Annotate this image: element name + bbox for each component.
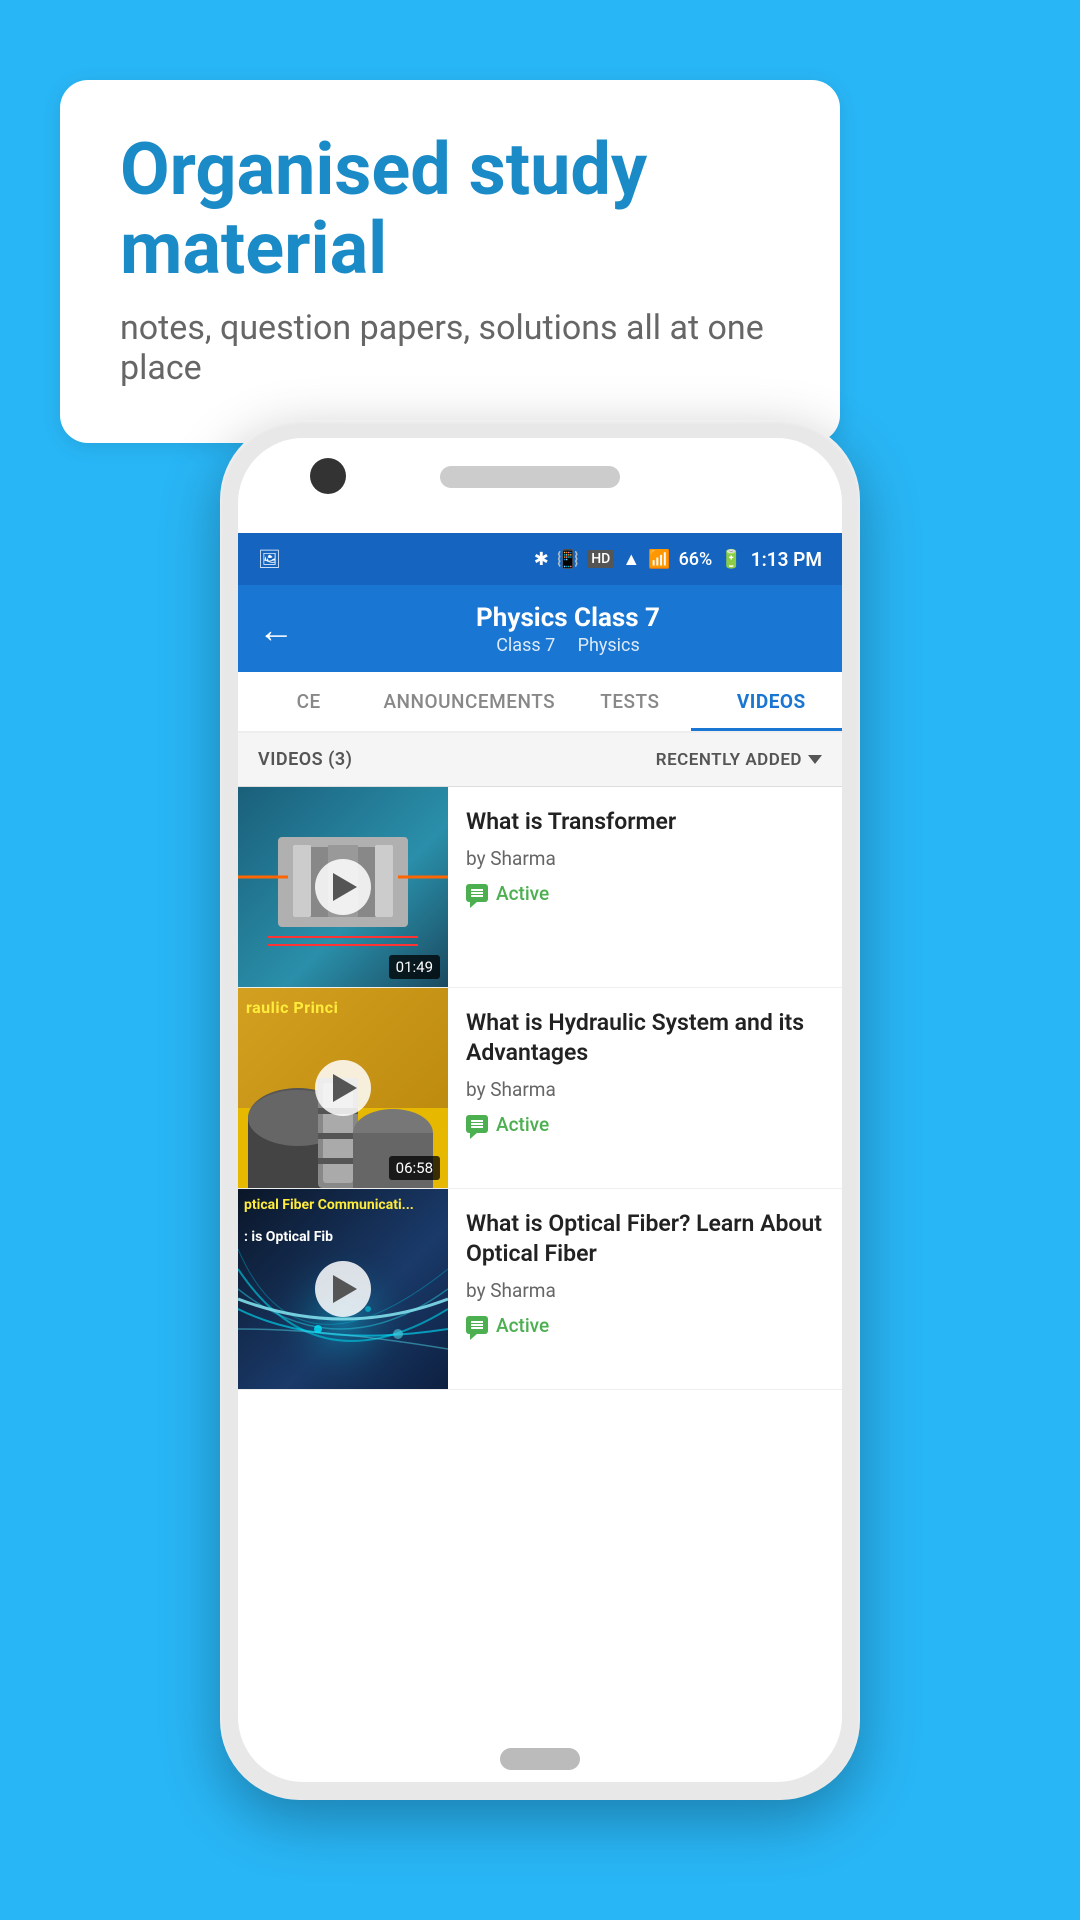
page-subtitle: Class 7 Physics: [314, 635, 822, 656]
tab-active-indicator: [691, 728, 842, 731]
video-info-1: What is Transformer by Sharma Active: [448, 787, 842, 987]
phone-outer-shell: 🖼 ✱ 📳 HD ▲ 📶 66% 🔋 1:13 PM ←: [220, 420, 860, 1800]
videos-count: VIDEOS (3): [258, 749, 352, 770]
time-display: 1:13 PM: [751, 548, 822, 571]
chat-icon-lines-2: [471, 1123, 483, 1125]
video-title-3: What is Optical Fiber? Learn About Optic…: [466, 1209, 824, 1269]
phone-screen-container: 🖼 ✱ 📳 HD ▲ 📶 66% 🔋 1:13 PM ←: [238, 438, 842, 1782]
back-button[interactable]: ←: [258, 609, 294, 651]
tab-ce[interactable]: CE: [238, 672, 379, 731]
chevron-down-icon: [808, 755, 822, 764]
bubble-subtitle: notes, question papers, solutions all at…: [120, 308, 780, 388]
video-info-2: What is Hydraulic System and its Advanta…: [448, 988, 842, 1188]
video-info-3: What is Optical Fiber? Learn About Optic…: [448, 1189, 842, 1389]
tab-bar: CE ANNOUNCEMENTS TESTS VIDEOS: [238, 672, 842, 733]
subject-label: Physics: [578, 635, 640, 656]
chat-icon-lines-1: [471, 892, 483, 894]
video-author-1: by Sharma: [466, 847, 824, 870]
optical-thumb-label1: ptical Fiber Communicati...: [244, 1197, 414, 1213]
wifi-icon: ▲: [622, 549, 640, 570]
video-title-1: What is Transformer: [466, 807, 824, 837]
battery-icon: 🔋: [720, 549, 742, 570]
play-icon-1: [333, 873, 357, 901]
phone-speaker: [440, 466, 620, 488]
status-left-icons: 🖼: [258, 549, 281, 570]
tab-videos[interactable]: VIDEOS: [701, 672, 842, 731]
play-icon-2: [333, 1074, 357, 1102]
tab-tests[interactable]: TESTS: [559, 672, 700, 731]
speech-bubble: Organised study material notes, question…: [60, 80, 840, 443]
sort-label: RECENTLY ADDED: [656, 750, 802, 770]
status-bar: 🖼 ✱ 📳 HD ▲ 📶 66% 🔋 1:13 PM: [238, 533, 842, 585]
filter-bar: VIDEOS (3) RECENTLY ADDED: [238, 733, 842, 787]
video-thumbnail-2: raulic Princi: [238, 988, 448, 1188]
play-icon-3: [333, 1275, 357, 1303]
chat-icon-2: [466, 1115, 488, 1133]
video-duration-2: 06:58: [389, 1156, 440, 1180]
video-thumbnail-1: 01:49: [238, 787, 448, 987]
video-status-1: Active: [466, 882, 824, 905]
page-title: Physics Class 7: [314, 603, 822, 633]
screen-content: 🖼 ✱ 📳 HD ▲ 📶 66% 🔋 1:13 PM ←: [238, 533, 842, 1722]
video-status-2: Active: [466, 1113, 824, 1136]
class-label: Class 7: [496, 635, 555, 656]
battery-percent: 66%: [679, 549, 713, 570]
chat-icon-1: [466, 884, 488, 902]
play-button-2[interactable]: [315, 1060, 371, 1116]
play-button-3[interactable]: [315, 1261, 371, 1317]
phone-mockup: 🖼 ✱ 📳 HD ▲ 📶 66% 🔋 1:13 PM ←: [220, 420, 860, 1800]
status-right-info: ✱ 📳 HD ▲ 📶 66% 🔋 1:13 PM: [534, 548, 822, 571]
bluetooth-icon: ✱: [534, 549, 549, 570]
signal-icon: 📶: [648, 549, 670, 570]
video-author-3: by Sharma: [466, 1279, 824, 1302]
phone-home-button[interactable]: [500, 1748, 580, 1770]
hd-badge: HD: [587, 550, 614, 568]
tab-announcements[interactable]: ANNOUNCEMENTS: [379, 672, 559, 731]
video-duration-1: 01:49: [389, 955, 440, 979]
video-item-1[interactable]: 01:49 What is Transformer by Sharma Acti…: [238, 787, 842, 988]
sort-dropdown[interactable]: RECENTLY ADDED: [656, 750, 822, 770]
header-title-area: Physics Class 7 Class 7 Physics: [314, 603, 822, 656]
image-icon: 🖼: [258, 549, 281, 570]
play-button-1[interactable]: [315, 859, 371, 915]
video-list: 01:49 What is Transformer by Sharma Acti…: [238, 787, 842, 1390]
chat-icon-3: [466, 1316, 488, 1334]
status-label-1: Active: [496, 882, 549, 905]
video-item-3[interactable]: ptical Fiber Communicati... : is Optical…: [238, 1189, 842, 1390]
video-author-2: by Sharma: [466, 1078, 824, 1101]
vibrate-icon: 📳: [557, 549, 579, 570]
bubble-title: Organised study material: [120, 130, 780, 288]
app-header: ← Physics Class 7 Class 7 Physics: [238, 585, 842, 672]
video-item-2[interactable]: raulic Princi: [238, 988, 842, 1189]
video-title-2: What is Hydraulic System and its Advanta…: [466, 1008, 824, 1068]
chat-icon-lines-3: [471, 1324, 483, 1326]
video-thumbnail-3: ptical Fiber Communicati... : is Optical…: [238, 1189, 448, 1389]
optical-thumb-label2: : is Optical Fib: [244, 1229, 333, 1245]
phone-camera: [310, 458, 346, 494]
status-label-3: Active: [496, 1314, 549, 1337]
status-label-2: Active: [496, 1113, 549, 1136]
video-status-3: Active: [466, 1314, 824, 1337]
